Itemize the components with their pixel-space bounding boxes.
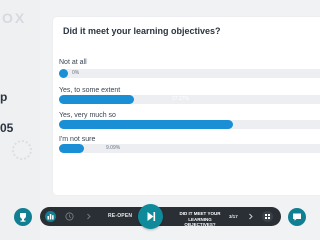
- grid-icon[interactable]: [262, 211, 273, 222]
- left-panel-number: 05: [0, 121, 14, 135]
- result-percent: 27.27%: [172, 96, 189, 102]
- option-label: Yes, very much so: [59, 112, 116, 119]
- chevron-right-icon[interactable]: [245, 211, 256, 222]
- decorative-circle: [12, 140, 32, 160]
- result-bar-fill: [59, 69, 68, 78]
- result-bar-fill: [59, 120, 233, 129]
- result-bar-fill: [59, 95, 134, 104]
- brand-logo: OX: [2, 10, 27, 26]
- option-label: Not at all: [59, 59, 87, 66]
- current-question-title[interactable]: DID IT MEET YOUR LEARNING OBJECTIVES?: [174, 211, 226, 228]
- timer-icon[interactable]: [64, 211, 75, 222]
- poll-results-card: Did it meet your learning objectives? No…: [53, 17, 320, 195]
- leaderboard-button[interactable]: [14, 208, 32, 226]
- current-question-line: DID IT MEET YOUR: [179, 211, 221, 216]
- chat-icon: [293, 213, 301, 221]
- result-bar: 0%: [59, 69, 320, 78]
- option-label: I'm not sure: [59, 136, 96, 143]
- left-panel: [0, 0, 40, 240]
- result-percent: 0%: [72, 70, 80, 76]
- poll-question: Did it meet your learning objectives?: [63, 26, 221, 36]
- next-question-button[interactable]: [138, 204, 163, 229]
- current-question-line: LEARNING OBJECTIVES?: [184, 216, 216, 228]
- option-label: Yes, to some extent: [59, 87, 121, 94]
- result-bar: [59, 120, 320, 129]
- result-bar-fill: [59, 144, 84, 153]
- chevron-right-icon[interactable]: [83, 211, 94, 222]
- result-bar: 27.27%: [59, 95, 320, 104]
- chat-button[interactable]: [288, 208, 306, 226]
- bar-chart-icon[interactable]: [45, 211, 56, 222]
- play-next-icon: [147, 212, 156, 221]
- reopen-button[interactable]: RE-OPEN: [108, 213, 132, 219]
- result-bar: 9.09%: [59, 144, 320, 153]
- question-counter: 3/17: [229, 214, 238, 219]
- trophy-icon: [20, 213, 26, 222]
- result-percent: 9.09%: [106, 145, 121, 151]
- left-panel-text: p: [0, 90, 8, 104]
